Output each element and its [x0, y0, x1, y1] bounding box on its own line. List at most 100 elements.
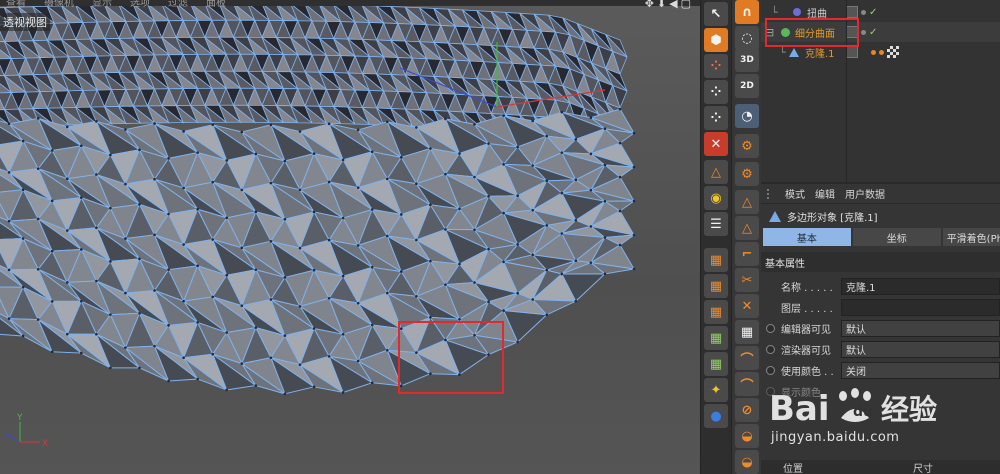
- vertex-point: [182, 356, 185, 360]
- enabled-check-icon[interactable]: ✓: [869, 7, 877, 18]
- vertex-point: [79, 144, 83, 148]
- world-axis-z: [9, 435, 21, 443]
- vertex-point: [385, 234, 389, 238]
- vertex-point: [167, 212, 170, 216]
- paint-icon[interactable]: ▦: [704, 300, 728, 324]
- grip-icon[interactable]: [767, 188, 775, 199]
- stitch-icon[interactable]: ⊘: [735, 398, 759, 422]
- view-3d-icon[interactable]: 3D: [735, 48, 759, 72]
- brush-icon[interactable]: ⌒: [735, 372, 759, 396]
- anim-radio-icon[interactable]: [766, 345, 775, 354]
- viewport-nav-icons[interactable]: ✥⬇◀▢: [645, 0, 694, 10]
- viewport-menu-item[interactable]: 摄像机: [44, 0, 74, 9]
- vertex-point: [415, 294, 418, 298]
- vertex-point: [269, 181, 273, 185]
- knife-icon[interactable]: △: [735, 190, 759, 214]
- layer-field[interactable]: [841, 299, 1000, 316]
- sculpt-icon[interactable]: ▦: [704, 326, 728, 350]
- vertex-point: [574, 138, 578, 141]
- polygon-object-icon[interactable]: ⬢: [704, 28, 728, 52]
- visibility-icon[interactable]: [846, 46, 858, 58]
- points-mode-icon[interactable]: ⁘: [704, 54, 728, 78]
- vertex-point: [516, 194, 519, 198]
- editor-visible-select[interactable]: 默认: [841, 320, 1000, 337]
- vertex-point: [632, 199, 636, 203]
- mesh-render[interactable]: YZ X: [0, 0, 700, 474]
- tab-phong[interactable]: 平滑着色(Ph: [942, 228, 1000, 246]
- move-tool-icon[interactable]: ↖: [704, 2, 728, 26]
- live-select-icon[interactable]: ◌: [735, 26, 759, 50]
- vertex-point: [167, 379, 170, 383]
- name-field[interactable]: 克隆.1: [841, 278, 1000, 295]
- edges-mode-icon[interactable]: ⁘: [704, 80, 728, 104]
- snap-icon[interactable]: ◉: [704, 186, 728, 210]
- vertex-point: [269, 298, 273, 301]
- material-tag-icon[interactable]: [879, 49, 884, 55]
- vertex-point: [153, 344, 156, 348]
- bevel-icon[interactable]: ⚙: [735, 134, 759, 158]
- material-tag-icon[interactable]: [871, 49, 876, 55]
- weld-icon[interactable]: ⌐: [735, 242, 759, 266]
- vertex-point: [589, 188, 593, 192]
- grid-icon[interactable]: ▦: [735, 320, 759, 344]
- melt-icon[interactable]: ◒: [735, 450, 759, 474]
- render-icon[interactable]: ●: [704, 404, 728, 428]
- magnet-icon[interactable]: ∩: [735, 0, 759, 24]
- visibility-icon[interactable]: [846, 6, 858, 18]
- smooth-icon[interactable]: ⌒: [735, 346, 759, 370]
- texture-tag-icon[interactable]: [887, 46, 899, 58]
- cut-icon[interactable]: ✂: [735, 268, 759, 292]
- menu-mode[interactable]: 模式: [785, 186, 805, 201]
- 3d-viewport[interactable]: YZ X 查看 摄像机 显示 选项 过滤 面板 透视视图 ✥⬇◀▢: [0, 0, 700, 474]
- workplane-icon[interactable]: ☰: [704, 212, 728, 236]
- vertex-point: [182, 299, 185, 303]
- viewport-menu-item[interactable]: 面板: [206, 0, 226, 9]
- prop-layer: 图层 . . . . .: [761, 297, 1000, 318]
- vertex-point: [516, 145, 519, 149]
- vertex-point: [254, 268, 258, 272]
- texture-mode-icon[interactable]: ▦: [704, 248, 728, 272]
- layer-icon[interactable]: ▦: [704, 352, 728, 376]
- editor-dot-icon[interactable]: [861, 29, 866, 35]
- vertex-point: [487, 300, 490, 304]
- vertex-point: [124, 291, 127, 295]
- uv-mode-icon[interactable]: ✕: [704, 132, 728, 156]
- anim-radio-icon[interactable]: [766, 366, 775, 375]
- render-visible-select[interactable]: 默认: [841, 341, 1000, 358]
- viewport-menu-item[interactable]: 过滤: [168, 0, 188, 9]
- enabled-check-icon[interactable]: ✓: [869, 27, 877, 38]
- bridge-icon[interactable]: △: [735, 216, 759, 240]
- viewport-menu-item[interactable]: 选项: [130, 0, 150, 9]
- vertex-point: [153, 289, 156, 292]
- vertex-point: [560, 232, 564, 235]
- viewport-menu-item[interactable]: 查看: [6, 0, 26, 9]
- extrude-icon[interactable]: ⚙: [735, 162, 759, 186]
- vertex-point: [182, 130, 185, 133]
- axis-mode-icon[interactable]: △: [704, 160, 728, 184]
- menu-userdata[interactable]: 用户数据: [845, 186, 885, 201]
- vertex-point: [182, 186, 185, 190]
- anim-radio-icon[interactable]: [766, 324, 775, 333]
- viewport-menu-item[interactable]: 显示: [92, 0, 112, 9]
- vertex-point: [560, 272, 564, 276]
- tab-coordinates[interactable]: 坐标: [852, 228, 941, 246]
- position-label: 位置: [783, 464, 803, 474]
- object-type-label: 多边形对象 [克隆.1]: [787, 212, 878, 224]
- anim-radio-icon[interactable]: [766, 387, 775, 396]
- view-2d-icon[interactable]: 2D: [735, 74, 759, 98]
- vertex-point: [618, 141, 622, 145]
- menu-edit[interactable]: 编辑: [815, 186, 835, 201]
- spin-icon[interactable]: ◔: [735, 104, 759, 128]
- polygons-mode-icon[interactable]: ⁘: [704, 106, 728, 130]
- use-color-select[interactable]: 关闭: [841, 362, 1000, 379]
- editor-dot-icon[interactable]: [861, 9, 866, 15]
- uv-edit-icon[interactable]: ▦: [704, 274, 728, 298]
- vertex-point: [298, 363, 302, 366]
- iron-icon[interactable]: ◒: [735, 424, 759, 448]
- loop-icon[interactable]: ✕: [735, 294, 759, 318]
- vertex-point: [603, 163, 607, 167]
- vertex-point: [298, 246, 302, 250]
- light-icon[interactable]: ✦: [704, 378, 728, 402]
- vertex-point: [79, 248, 83, 251]
- tab-basic[interactable]: 基本: [763, 228, 851, 246]
